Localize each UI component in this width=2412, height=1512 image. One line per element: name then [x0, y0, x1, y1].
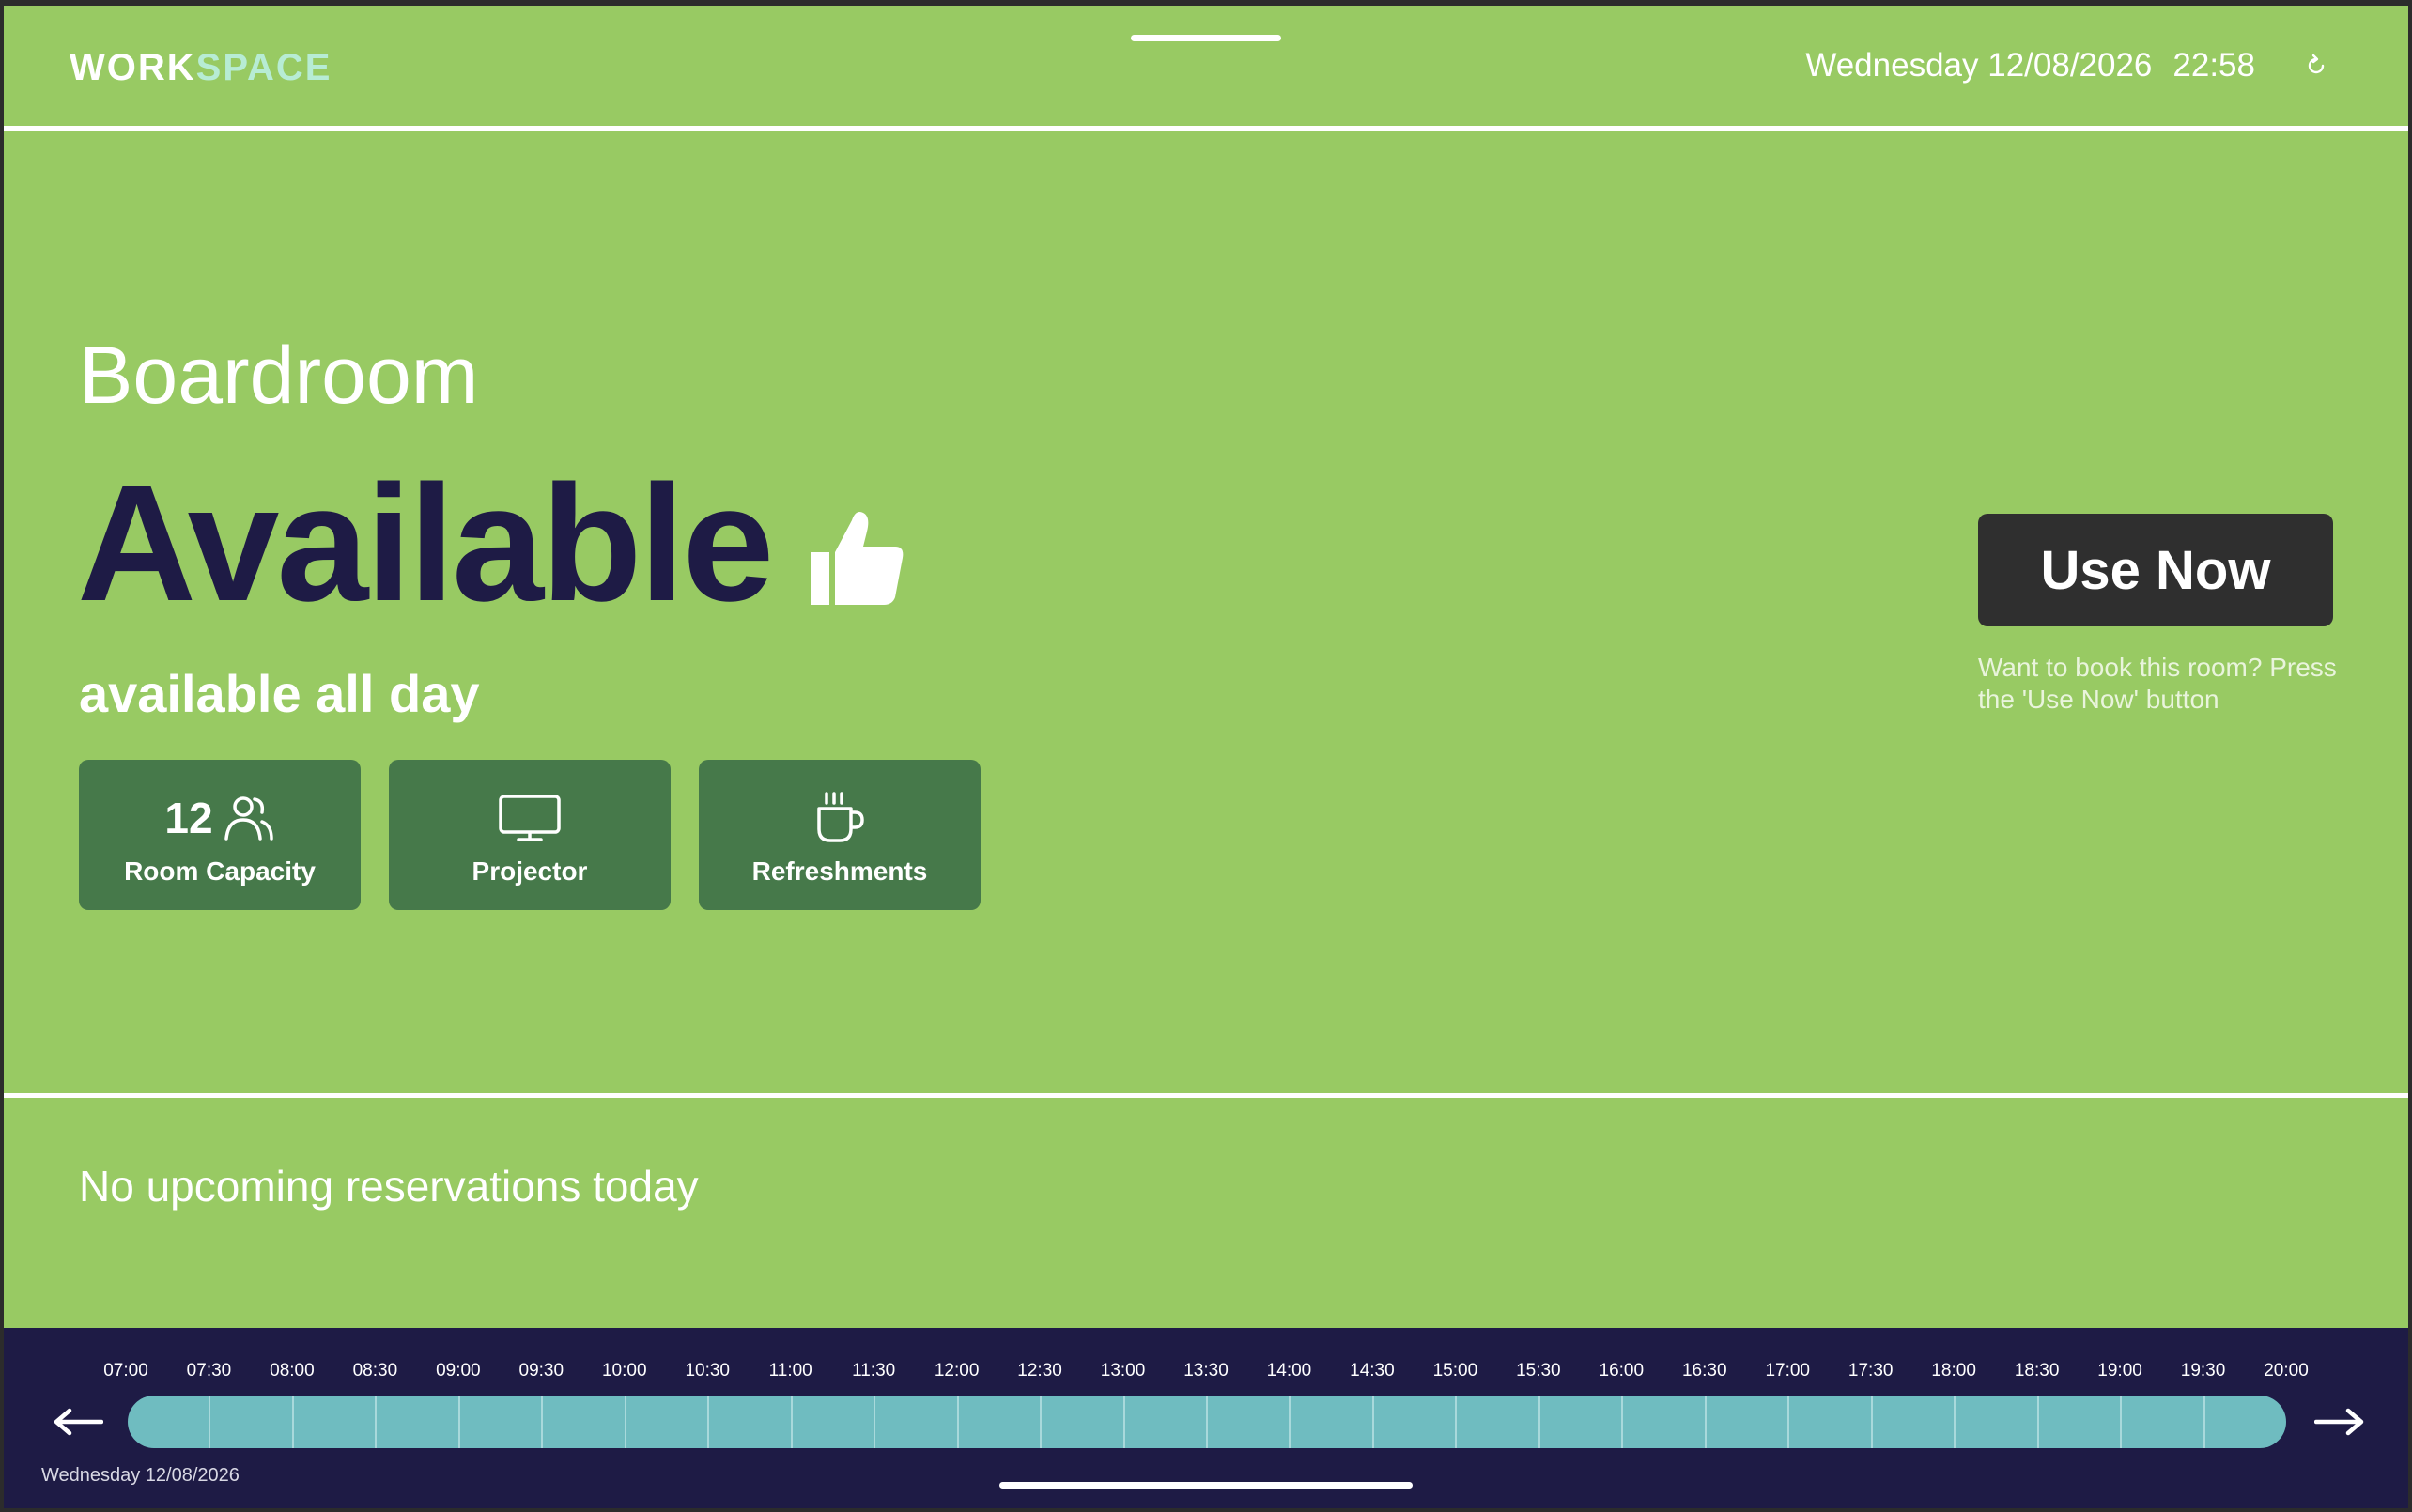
header-datetime: Wednesday 12/08/2026 22:58: [1805, 47, 2328, 85]
timeline-tick-label: 15:30: [1516, 1361, 1561, 1381]
availability-detail: available all day: [79, 664, 480, 723]
room-display-screen: WORKSPACE Wednesday 12/08/2026 22:58 Boa…: [4, 6, 2408, 1508]
monitor-icon: [499, 795, 561, 841]
timeline-slot-divider: [624, 1396, 626, 1448]
timeline-tick-label: 13:00: [1100, 1361, 1146, 1381]
timeline-tick-label: 19:00: [2097, 1361, 2142, 1381]
timeline-bar[interactable]: [128, 1396, 2286, 1448]
timeline-slot-divider: [1704, 1396, 1707, 1448]
timeline-tick-label: 17:30: [1848, 1361, 1894, 1381]
timeline-slot-divider: [209, 1396, 211, 1448]
timeline-tick-label: 07:30: [186, 1361, 232, 1381]
feature-room-capacity: 12 Room Capacity: [79, 760, 361, 910]
header-divider: [4, 126, 2408, 131]
people-icon: [224, 796, 273, 841]
top-drag-handle[interactable]: [1131, 35, 1281, 41]
timeline-slot-divider: [1122, 1396, 1125, 1448]
timeline-tick-label: 15:00: [1432, 1361, 1478, 1381]
header-time: 22:58: [2172, 47, 2255, 84]
timeline-slot-divider: [874, 1396, 876, 1448]
timeline-slot-divider: [1621, 1396, 1624, 1448]
workspace-logo: WORKSPACE: [70, 47, 332, 89]
timeline-tick-label: 09:30: [518, 1361, 564, 1381]
timeline-slot-divider: [1954, 1396, 1956, 1448]
thumbs-up-icon: [811, 512, 904, 605]
timeline-slot-divider: [1040, 1396, 1043, 1448]
timeline-slot-divider: [291, 1396, 294, 1448]
capacity-label: Room Capacity: [124, 856, 316, 886]
timeline-slot-divider: [2203, 1396, 2205, 1448]
timeline-tick-label: 08:00: [270, 1361, 315, 1381]
timeline-tick-label: 11:00: [768, 1361, 812, 1381]
feature-refreshments: Refreshments: [699, 760, 981, 910]
timeline-slot-divider: [1787, 1396, 1790, 1448]
status-row: Available: [77, 461, 908, 626]
timeline-slot-divider: [457, 1396, 460, 1448]
no-reservations-message: No upcoming reservations today: [79, 1162, 699, 1211]
use-now-button[interactable]: Use Now: [1978, 514, 2333, 626]
refreshments-label: Refreshments: [751, 856, 928, 886]
timeline-tick-label: 18:30: [2014, 1361, 2060, 1381]
timeline-slot-divider: [707, 1396, 710, 1448]
timeline-slot-divider: [1870, 1396, 1873, 1448]
room-features: 12 Room Capacity Projector Refreshments: [79, 760, 981, 910]
timeline-slot-divider: [1289, 1396, 1291, 1448]
arrow-right-icon[interactable]: [2314, 1405, 2365, 1439]
timeline-tick-label: 08:30: [352, 1361, 398, 1381]
timeline-tick-labels: 07:00 07:30 08:00 08:30 09:00 09:30 10:00 10:30…: [4, 1361, 2408, 1383]
timeline-tick-label: 12:00: [934, 1361, 980, 1381]
timeline-slot-divider: [541, 1396, 544, 1448]
timeline-tick-label: 16:00: [1599, 1361, 1645, 1381]
timeline-tick-label: 13:30: [1183, 1361, 1229, 1381]
feature-projector: Projector: [389, 760, 671, 910]
timeline-tick-label: 14:00: [1266, 1361, 1312, 1381]
timeline-date: Wednesday 12/08/2026: [41, 1465, 240, 1486]
content-divider: [4, 1093, 2408, 1098]
timeline-slot-divider: [1371, 1396, 1374, 1448]
projector-label: Projector: [472, 856, 588, 886]
timeline-tick-label: 11:30: [852, 1361, 896, 1381]
timeline-tick-label: 10:30: [685, 1361, 730, 1381]
room-name: Boardroom: [79, 331, 479, 421]
timeline-tick-label: 20:00: [2264, 1361, 2309, 1381]
timeline-slot-divider: [2120, 1396, 2123, 1448]
logo-part-1: WORK: [70, 47, 196, 88]
refresh-icon[interactable]: [2304, 54, 2328, 78]
bottom-drag-handle[interactable]: [999, 1482, 1413, 1489]
timeline-slot-divider: [790, 1396, 793, 1448]
timeline-tick-label: 07:00: [103, 1361, 148, 1381]
timeline-slot-divider: [1538, 1396, 1540, 1448]
arrow-left-icon[interactable]: [53, 1405, 103, 1439]
availability-status: Available: [77, 452, 774, 636]
header-date: Wednesday 12/08/2026: [1805, 47, 2153, 84]
timeline-slot-divider: [956, 1396, 959, 1448]
timeline-tick-label: 17:00: [1765, 1361, 1810, 1381]
timeline-tick-label: 14:30: [1350, 1361, 1395, 1381]
timeline-tick-label: 10:00: [601, 1361, 647, 1381]
timeline-slot-divider: [2036, 1396, 2039, 1448]
timeline-slot-divider: [1206, 1396, 1208, 1448]
timeline-tick-label: 18:00: [1931, 1361, 1976, 1381]
capacity-value: 12: [164, 794, 213, 842]
timeline-slot-divider: [1455, 1396, 1458, 1448]
timeline-tick-label: 19:30: [2180, 1361, 2226, 1381]
timeline-panel: 07:00 07:30 08:00 08:30 09:00 09:30 10:00 10:30…: [4, 1328, 2408, 1508]
timeline-tick-label: 16:30: [1681, 1361, 1727, 1381]
logo-part-2: SPACE: [195, 47, 332, 88]
timeline-tick-label: 09:00: [436, 1361, 481, 1381]
timeline-tick-label: 12:30: [1017, 1361, 1062, 1381]
booking-hint: Want to book this room? Press the 'Use N…: [1978, 653, 2337, 714]
timeline-slot-divider: [375, 1396, 378, 1448]
coffee-cup-icon: [817, 792, 864, 842]
